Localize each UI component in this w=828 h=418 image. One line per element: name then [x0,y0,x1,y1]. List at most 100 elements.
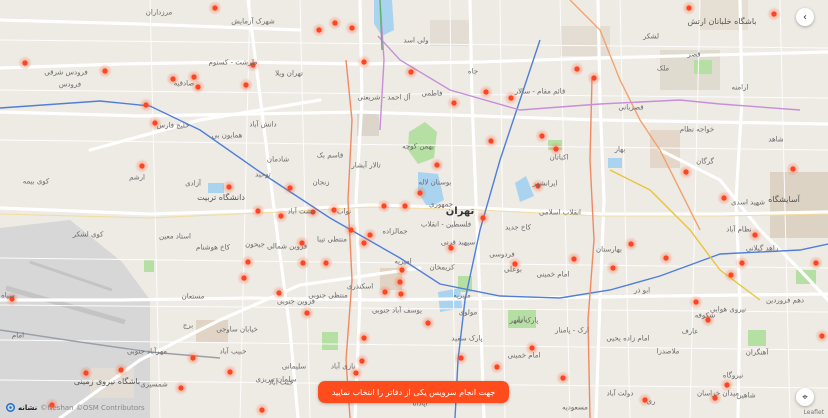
office-marker[interactable] [239,78,253,92]
place-label: شکوفه [694,311,716,320]
office-marker[interactable] [421,316,435,330]
office-marker[interactable] [556,371,570,385]
office-marker[interactable] [135,159,149,173]
office-marker[interactable] [255,403,269,417]
office-marker[interactable] [476,211,490,225]
place-label: انقلاب اسلامی [539,208,581,217]
office-marker[interactable] [735,256,749,270]
office-marker[interactable] [786,162,800,176]
office-marker[interactable] [296,256,310,270]
place-label: ملک [656,64,670,73]
office-marker[interactable] [606,261,620,275]
leaflet-link[interactable]: Leaflet [804,409,824,416]
office-marker[interactable] [345,21,359,35]
place-label: زنجان [312,178,330,187]
place-label: نواب [336,207,352,216]
office-marker[interactable] [319,256,333,270]
office-marker[interactable] [274,209,288,223]
place-label: مستعان [181,292,205,301]
office-marker[interactable] [535,129,549,143]
place-label: حبیب آباد [219,347,247,356]
office-marker[interactable] [682,1,696,15]
office-marker[interactable] [208,1,222,15]
office-marker[interactable] [328,16,342,30]
office-marker[interactable] [394,287,408,301]
place-label: مرزداران [145,8,173,17]
office-marker[interactable] [413,186,427,200]
place-label: زاهد گیلانی [745,244,779,253]
office-marker[interactable] [223,365,237,379]
office-marker[interactable] [114,363,128,377]
office-marker[interactable] [312,23,326,37]
office-marker[interactable] [724,268,738,282]
office-marker[interactable] [717,191,731,205]
office-marker[interactable] [430,158,444,172]
place-label: دولت آباد [606,389,634,398]
office-marker[interactable] [587,71,601,85]
place-label: آهنگران [745,348,769,357]
select-office-banner-label: جهت انجام سرویس یکی از دفاتر را انتخاب ن… [331,387,496,397]
office-marker[interactable] [767,7,781,21]
office-marker[interactable] [237,271,251,285]
place-label: جیحون [245,240,265,249]
map-base[interactable] [0,0,828,418]
office-marker[interactable] [393,275,407,289]
office-marker[interactable] [447,96,461,110]
place-label: سپهبد قرنی [440,238,476,247]
place-label: بوعلی [504,265,522,274]
place-label: توحید [255,170,271,179]
place-label: میدان خراسان [696,389,740,398]
office-marker[interactable] [357,236,371,250]
collapse-panel-button[interactable]: ‹ [796,8,814,26]
office-marker[interactable] [18,56,32,70]
office-marker[interactable] [679,165,693,179]
place-label: ملاصدرا [656,347,680,356]
office-marker[interactable] [241,255,255,269]
neshan-brand[interactable]: نشانه [18,404,37,412]
office-marker[interactable] [659,251,673,265]
office-marker[interactable] [404,65,418,79]
office-marker[interactable] [479,85,493,99]
office-marker[interactable] [454,351,468,365]
place-label: سپاه [1,291,15,300]
office-marker[interactable] [378,285,392,299]
locate-me-button[interactable]: ⌖ [796,388,814,406]
place-label: خیابان ساوجی [216,325,258,334]
office-marker[interactable] [186,351,200,365]
office-marker[interactable] [357,55,371,69]
place-label: خلیج فارس [156,121,190,130]
place-label: قصربانی [618,103,644,112]
office-marker[interactable] [98,64,112,78]
office-marker[interactable] [222,180,236,194]
attribution-text[interactable]: ©Neshan ©OSM Contributors [40,404,144,412]
select-office-banner[interactable]: جهت انجام سرویس یکی از دفاتر را انتخاب ن… [318,381,509,403]
poi-label: دانشگاه تربیت [197,193,245,202]
office-marker[interactable] [300,306,314,320]
office-marker[interactable] [689,295,703,309]
office-marker[interactable] [398,199,412,213]
office-marker[interactable] [251,204,265,218]
place-label: کاخ جدید [505,223,531,232]
office-marker[interactable] [283,181,297,195]
place-label: شهرک آزمایش [231,17,275,26]
office-marker[interactable] [809,256,823,270]
map-view[interactable]: مرزداران شهرک آزمایش تهران ویلا طرشت - کستو… [0,0,828,418]
office-marker[interactable] [484,134,498,148]
office-marker[interactable] [567,252,581,266]
office-marker[interactable] [377,199,391,213]
office-marker[interactable] [174,381,188,395]
office-marker[interactable] [139,98,153,112]
place-label: تالار آبشار [351,161,381,170]
chevron-left-icon: ‹ [803,11,807,23]
poi-label: باشگاه خلبانان ارتش [687,17,757,26]
office-marker[interactable] [570,62,584,76]
place-label: قاسم بک [316,151,344,160]
office-marker[interactable] [355,354,369,368]
poi-label: آسایشگاه [768,195,800,204]
place-label: مولوی [458,308,478,317]
office-marker[interactable] [490,360,504,374]
office-marker[interactable] [357,331,371,345]
place-label: فاطمی [421,89,443,98]
place-label: فرودس شرقی [44,68,88,77]
office-marker[interactable] [624,237,638,251]
